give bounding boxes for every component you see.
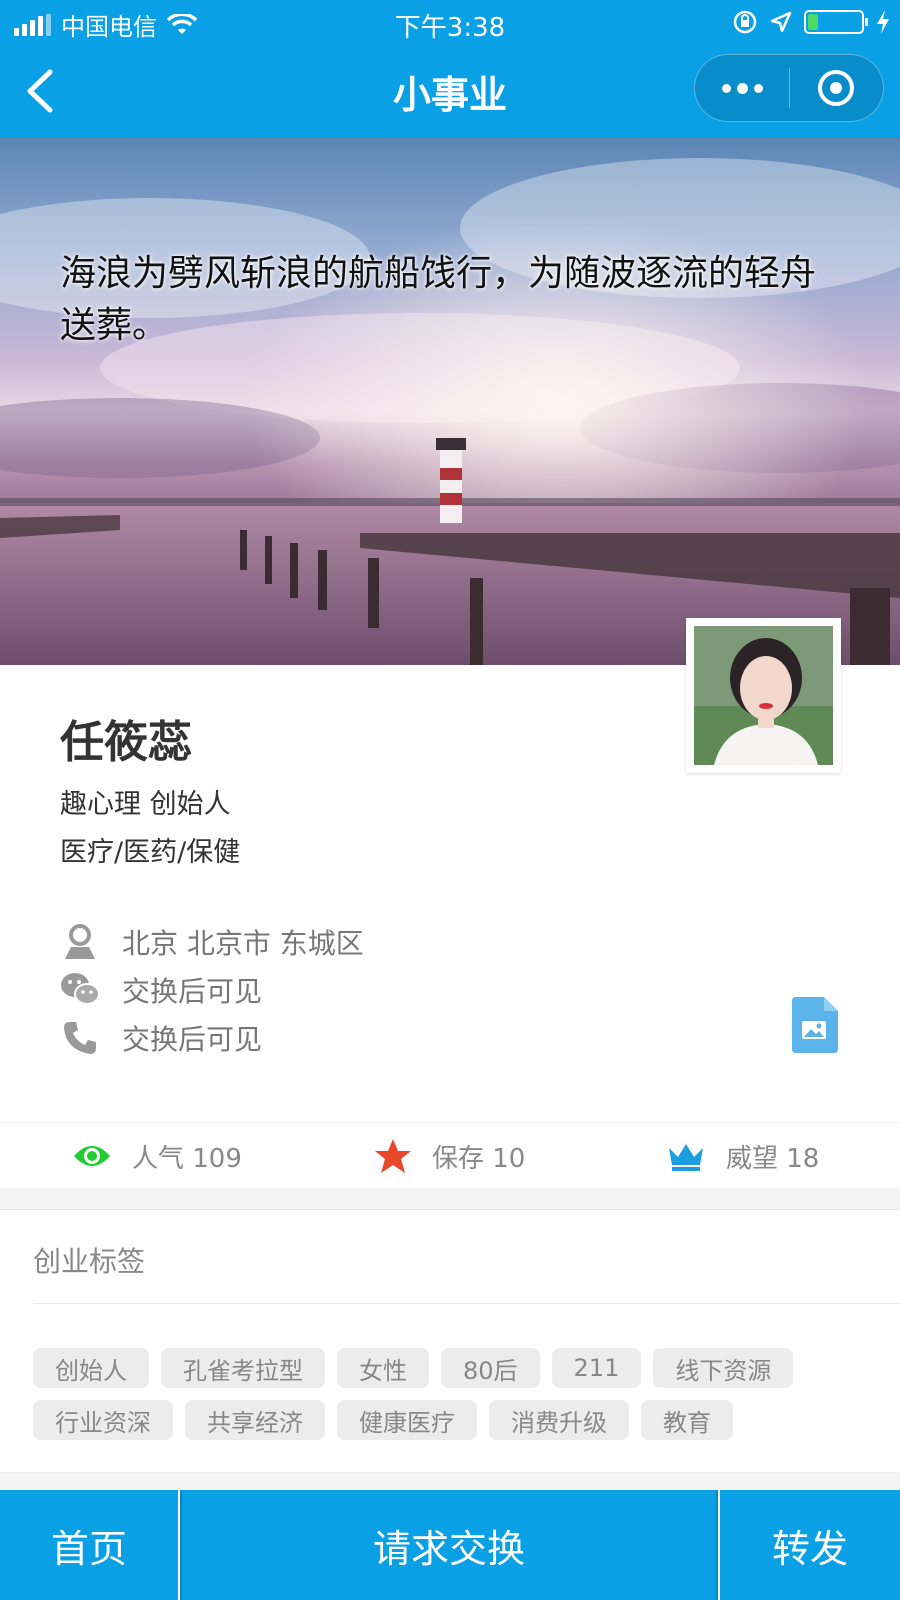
tag: 创始人	[33, 1348, 149, 1388]
image-file-icon[interactable]	[790, 997, 838, 1053]
stat-saved: 保存 10	[374, 1123, 525, 1189]
phone-row: 交换后可见	[60, 1018, 262, 1058]
section-spacer	[0, 1188, 900, 1210]
phone-text: 交换后可见	[122, 1023, 263, 1056]
location-pin-icon	[60, 922, 100, 962]
tag: 80后	[441, 1348, 540, 1388]
home-button[interactable]: 首页	[0, 1490, 178, 1600]
battery-icon	[804, 10, 868, 34]
prestige-label: 威望 18	[726, 1143, 820, 1174]
crown-icon	[669, 1144, 703, 1171]
wechat-row: 交换后可见	[60, 970, 262, 1010]
tag: 线下资源	[653, 1348, 794, 1388]
user-industry: 医疗/医药/保健	[60, 837, 241, 868]
lighthouse-scene-illustration	[0, 138, 900, 665]
request-exchange-button[interactable]: 请求交换	[180, 1490, 718, 1600]
banner-quote: 海浪为劈风斩浪的航船饯行，为随波逐流的轻舟送葬。	[60, 253, 817, 346]
stat-prestige: 威望 18	[666, 1123, 819, 1189]
tag: 行业资深	[33, 1400, 173, 1440]
phone-icon	[60, 1018, 100, 1058]
close-mini-program-icon[interactable]	[790, 55, 883, 121]
tags-section-title: 创业标签	[33, 1245, 146, 1278]
eye-icon	[74, 1146, 110, 1166]
tag: 消费升级	[489, 1400, 629, 1440]
stat-popularity: 人气 109	[72, 1123, 242, 1189]
divider	[33, 1303, 900, 1304]
nav-bar: 小事业	[0, 46, 900, 138]
share-button[interactable]: 转发	[720, 1490, 900, 1600]
tag: 女性	[337, 1348, 429, 1388]
popularity-label: 人气 109	[132, 1143, 242, 1174]
wechat-icon	[60, 970, 100, 1010]
tag: 健康医疗	[337, 1400, 477, 1440]
tag: 教育	[641, 1400, 733, 1440]
tag-list: 创始人 孔雀考拉型 女性 80后 211 线下资源 行业资深 共享经济 健康医疗…	[33, 1348, 863, 1440]
wechat-text: 交换后可见	[122, 975, 263, 1008]
user-name: 任筱蕊	[60, 717, 192, 768]
mini-program-capsule	[694, 54, 884, 122]
location-text: 北京 北京市 东城区	[122, 927, 364, 960]
tag: 211	[551, 1348, 642, 1388]
user-role: 趣心理 创始人	[60, 789, 231, 820]
tag: 孔雀考拉型	[161, 1348, 325, 1388]
location-arrow-icon	[770, 11, 792, 33]
avatar[interactable]	[686, 618, 841, 773]
tag: 共享经济	[185, 1400, 325, 1440]
status-bar: 中国电信 下午3:38	[0, 0, 900, 46]
charging-icon	[877, 10, 889, 34]
rotation-lock-icon	[733, 10, 757, 34]
bottom-action-bar: 首页 请求交换 转发	[0, 1490, 900, 1600]
cover-image: 海浪为劈风斩浪的航船饯行，为随波逐流的轻舟送葬。	[0, 138, 900, 665]
saved-label: 保存 10	[432, 1143, 526, 1174]
profile-photo	[694, 626, 833, 765]
star-icon	[375, 1139, 411, 1173]
more-icon[interactable]	[695, 55, 789, 121]
location-row: 北京 北京市 东城区	[60, 922, 364, 962]
stats-bar: 人气 109 保存 10 威望 18	[0, 1122, 900, 1188]
section-spacer	[0, 1472, 900, 1490]
top-bar: 中国电信 下午3:38 小事业	[0, 0, 900, 138]
